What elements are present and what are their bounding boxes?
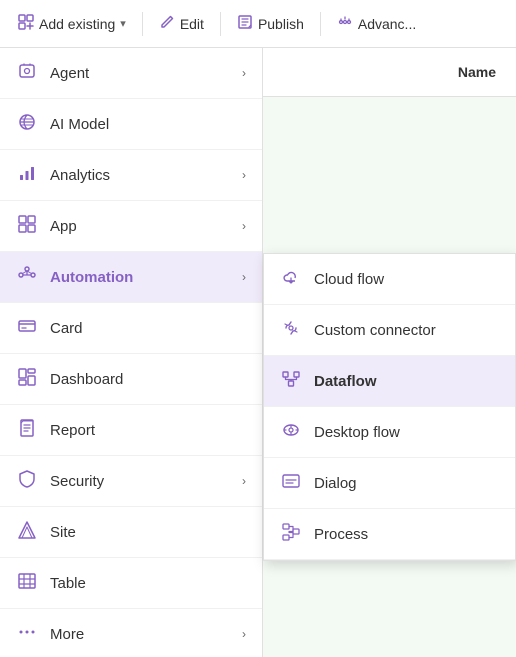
main-area: Agent › AI Model bbox=[0, 48, 516, 657]
sidebar-item-analytics[interactable]: Analytics › bbox=[0, 150, 262, 201]
automation-submenu: Cloud flow Custom connector bbox=[263, 253, 516, 561]
desktop-flow-icon bbox=[280, 420, 302, 445]
dataflow-icon bbox=[280, 369, 302, 394]
submenu-item-desktop-flow[interactable]: Desktop flow bbox=[264, 407, 515, 458]
process-icon bbox=[280, 522, 302, 547]
more-icon bbox=[16, 622, 38, 647]
sidebar-item-table[interactable]: Table bbox=[0, 558, 262, 609]
sidebar: Agent › AI Model bbox=[0, 48, 263, 657]
custom-connector-icon bbox=[280, 318, 302, 343]
more-chevron: › bbox=[242, 627, 246, 641]
add-existing-button[interactable]: Add existing ▾ bbox=[8, 8, 136, 40]
edit-icon bbox=[159, 14, 175, 34]
advance-icon bbox=[337, 14, 353, 34]
sidebar-item-app[interactable]: App › bbox=[0, 201, 262, 252]
app-icon bbox=[16, 214, 38, 239]
cloud-flow-icon bbox=[280, 267, 302, 292]
card-icon bbox=[16, 316, 38, 341]
automation-chevron: › bbox=[242, 270, 246, 284]
sidebar-item-card-label: Card bbox=[50, 320, 83, 337]
sidebar-item-agent-label: Agent bbox=[50, 65, 89, 82]
submenu-item-process[interactable]: Process bbox=[264, 509, 515, 560]
sidebar-item-report-label: Report bbox=[50, 422, 95, 439]
submenu-item-dialog-label: Dialog bbox=[314, 475, 357, 492]
automation-icon bbox=[16, 265, 38, 290]
submenu-item-process-label: Process bbox=[314, 526, 368, 543]
sidebar-item-analytics-label: Analytics bbox=[50, 167, 110, 184]
submenu-item-desktop-flow-label: Desktop flow bbox=[314, 424, 400, 441]
publish-icon bbox=[237, 14, 253, 34]
dashboard-icon bbox=[16, 367, 38, 392]
toolbar-divider-1 bbox=[142, 12, 143, 36]
submenu-item-cloud-flow[interactable]: Cloud flow bbox=[264, 254, 515, 305]
edit-button[interactable]: Edit bbox=[149, 8, 214, 40]
security-chevron: › bbox=[242, 474, 246, 488]
sidebar-item-more[interactable]: More › bbox=[0, 609, 262, 657]
app-chevron: › bbox=[242, 219, 246, 233]
sidebar-item-dashboard[interactable]: Dashboard bbox=[0, 354, 262, 405]
submenu-item-dialog[interactable]: Dialog bbox=[264, 458, 515, 509]
analytics-icon bbox=[16, 163, 38, 188]
dialog-icon bbox=[280, 471, 302, 496]
sidebar-item-security-label: Security bbox=[50, 473, 104, 490]
ai-model-icon bbox=[16, 112, 38, 137]
agent-chevron: › bbox=[242, 66, 246, 80]
agent-icon bbox=[16, 61, 38, 86]
sidebar-item-automation[interactable]: Automation › bbox=[0, 252, 262, 303]
add-existing-chevron: ▾ bbox=[120, 17, 126, 30]
add-existing-label: Add existing bbox=[39, 16, 115, 32]
edit-label: Edit bbox=[180, 16, 204, 32]
sidebar-item-more-label: More bbox=[50, 626, 84, 643]
sidebar-item-security[interactable]: Security › bbox=[0, 456, 262, 507]
sidebar-item-ai-model[interactable]: AI Model bbox=[0, 99, 262, 150]
submenu-item-dataflow-label: Dataflow bbox=[314, 373, 377, 390]
sidebar-item-automation-label: Automation bbox=[50, 269, 133, 286]
sidebar-item-site[interactable]: Site bbox=[0, 507, 262, 558]
sidebar-item-site-label: Site bbox=[50, 524, 76, 541]
sidebar-item-dashboard-label: Dashboard bbox=[50, 371, 123, 388]
submenu-item-custom-connector[interactable]: Custom connector bbox=[264, 305, 515, 356]
toolbar: Add existing ▾ Edit Publish bbox=[0, 0, 516, 48]
sidebar-item-agent[interactable]: Agent › bbox=[0, 48, 262, 99]
column-name-header: Name bbox=[458, 64, 496, 80]
advance-label: Advanc... bbox=[358, 16, 416, 32]
advance-button[interactable]: Advanc... bbox=[327, 8, 426, 40]
security-icon bbox=[16, 469, 38, 494]
sidebar-item-app-label: App bbox=[50, 218, 77, 235]
toolbar-divider-3 bbox=[320, 12, 321, 36]
sidebar-item-ai-model-label: AI Model bbox=[50, 116, 109, 133]
sidebar-item-report[interactable]: Report bbox=[0, 405, 262, 456]
analytics-chevron: › bbox=[242, 168, 246, 182]
submenu-item-dataflow[interactable]: Dataflow bbox=[264, 356, 515, 407]
submenu-item-custom-connector-label: Custom connector bbox=[314, 322, 436, 339]
site-icon bbox=[16, 520, 38, 545]
report-icon bbox=[16, 418, 38, 443]
sidebar-item-table-label: Table bbox=[50, 575, 86, 592]
publish-label: Publish bbox=[258, 16, 304, 32]
content-header: Name bbox=[263, 48, 516, 97]
sidebar-item-card[interactable]: Card bbox=[0, 303, 262, 354]
add-existing-icon bbox=[18, 14, 34, 34]
toolbar-divider-2 bbox=[220, 12, 221, 36]
submenu-item-cloud-flow-label: Cloud flow bbox=[314, 271, 384, 288]
publish-button[interactable]: Publish bbox=[227, 8, 314, 40]
table-icon bbox=[16, 571, 38, 596]
